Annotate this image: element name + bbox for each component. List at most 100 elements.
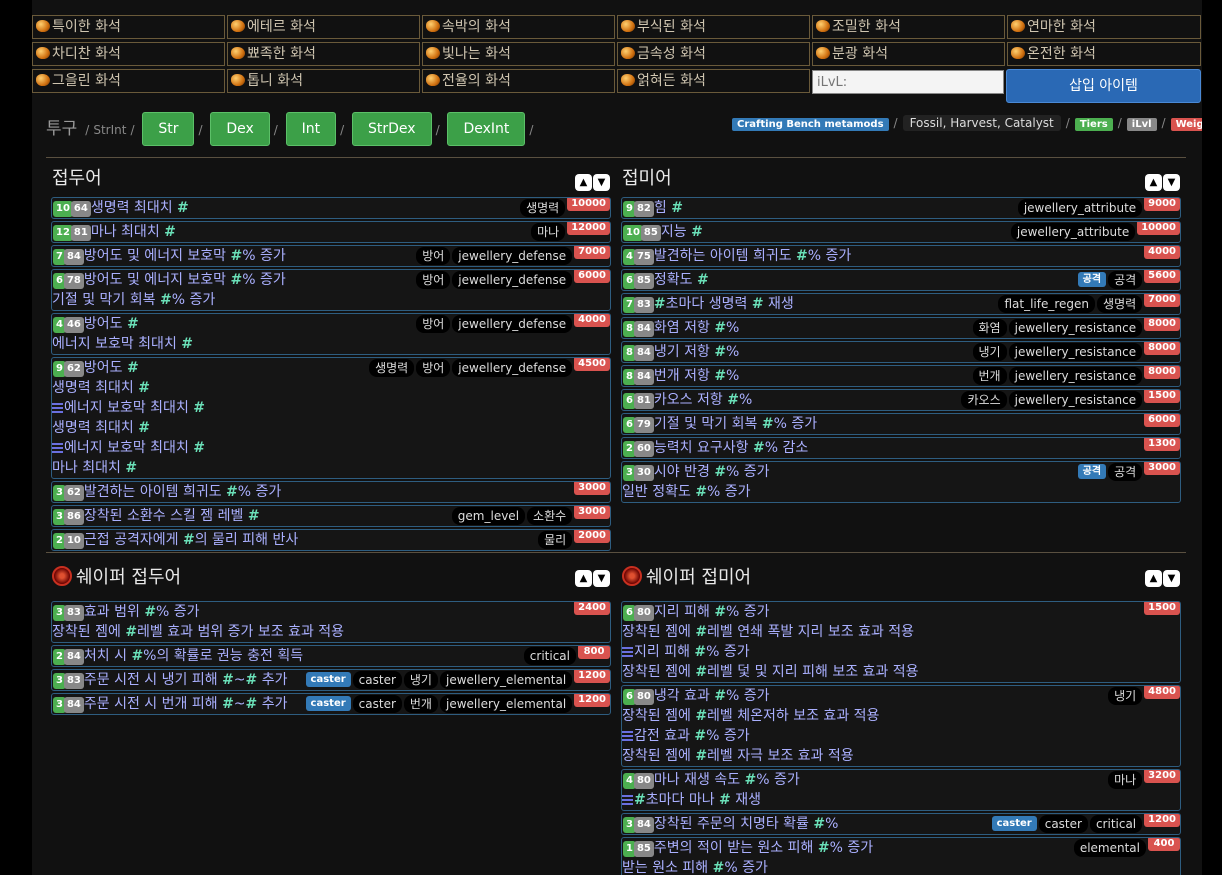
mod-entry[interactable]: 4 75 발견하는 아이템 희귀도 #% 증가 4000	[621, 245, 1181, 267]
mod-entry[interactable]: 7 83 #초마다 생명력 # 재생 flat_life_regen 생명력 7000	[621, 293, 1181, 315]
collapse-up-icon[interactable]: ▲	[1145, 174, 1162, 191]
mod-entry[interactable]: 4 46 방어도 # 방어 jewellery_defense 4000 에너지 보호막 최…	[51, 313, 611, 355]
expand-down-icon[interactable]: ▼	[1163, 174, 1180, 191]
ilvl-badge: 64	[70, 201, 91, 217]
mod-line: 3 83 주문 시전 시 냉기 피해 #~# 추가 caster caster 냉기 jew…	[52, 670, 610, 690]
mod-entry[interactable]: 1 85 주변의 적이 받는 원소 피해 #% 증가 elemental 400 받는 원…	[621, 837, 1181, 875]
mod-line: 지리 피해 #% 증가	[622, 642, 1180, 662]
fossil-button[interactable]: 연마한 화석	[1007, 15, 1201, 39]
fossil-button[interactable]: 속박의 화석	[422, 15, 615, 39]
mod-entry[interactable]: 6 81 카오스 저항 #% 카오스 jewellery_resistance 1500	[621, 389, 1181, 411]
fossil-button[interactable]: 빛나는 화석	[422, 42, 615, 66]
mod-tag: 생명력	[520, 199, 566, 217]
prefix-heading: 접두어	[52, 168, 102, 189]
mod-entry[interactable]: 3 30 시야 반경 #% 증가 공격 공격 3000 일반 정확도 #% 증가	[621, 461, 1181, 503]
fossil-button[interactable]: 온전한 화석	[1007, 42, 1201, 66]
mod-entry[interactable]: 3 62 발견하는 아이템 희귀도 #% 증가 3000	[51, 481, 611, 503]
filter-str-button[interactable]: Str	[142, 112, 195, 146]
mod-line: 2 60 능력치 요구사항 #% 감소 1300	[622, 438, 1180, 458]
expand-down-icon[interactable]: ▼	[593, 174, 610, 191]
mod-entry[interactable]: 10 85 지능 # jewellery_attribute 10000	[621, 221, 1181, 243]
legend-weights-badge[interactable]: Weights	[1170, 118, 1202, 131]
mod-entry[interactable]: 6 80 냉각 효과 #% 증가 냉기 4800 장착된 젬에 #레벨 체온저하 보조 효…	[621, 685, 1181, 767]
legend-fossil-badge[interactable]: Fossil, Harvest, Catalyst	[902, 115, 1061, 131]
fossil-button[interactable]: 뾰족한 화석	[227, 42, 420, 66]
collapse-up-icon[interactable]: ▲	[1145, 570, 1162, 587]
fossil-button[interactable]: 부식된 화석	[617, 15, 810, 39]
prefix-sort-arrows: ▲ ▼	[574, 170, 614, 191]
fossil-button[interactable]: 분광 화석	[812, 42, 1005, 66]
filter-int-button[interactable]: Int	[285, 112, 337, 146]
strint-option[interactable]: StrInt	[93, 123, 126, 137]
fossil-button[interactable]: 톱니 화석	[227, 69, 420, 93]
mod-entry[interactable]: 4 80 마나 재생 속도 #% 증가 마나 3200 #초마다 마나 # 재생	[621, 769, 1181, 811]
mod-entry[interactable]: 7 84 방어도 및 에너지 보호막 #% 증가 방어 jewellery_defens…	[51, 245, 611, 267]
fossil-label: 톱니 화석	[247, 73, 303, 89]
ilvl-input[interactable]	[812, 70, 1004, 94]
fossil-button[interactable]: 얽혀든 화석	[617, 69, 810, 93]
filter-dex-button[interactable]: Dex	[210, 112, 270, 146]
legend-tiers-badge[interactable]: Tiers	[1074, 118, 1113, 131]
mod-entry[interactable]: 9 82 힘 # jewellery_attribute 9000	[621, 197, 1181, 219]
mod-entry[interactable]: 3 86 장착된 소환수 스킬 젬 레벨 # gem_level 소환수 3000	[51, 505, 611, 527]
fossil-icon	[36, 74, 50, 86]
mod-tags: 방어 jewellery_defense 7000	[416, 246, 610, 265]
expand-down-icon[interactable]: ▼	[593, 570, 610, 587]
ilvl-badge: 78	[63, 273, 84, 289]
mod-entry[interactable]: 2 84 처치 시 #%의 확률로 권능 충전 획득 critical 800	[51, 645, 611, 667]
mod-tag: 방어	[416, 315, 451, 333]
mod-entry[interactable]: 8 84 화염 저항 #% 화염 jewellery_resistance 8000	[621, 317, 1181, 339]
weight-badge: 6000	[1144, 414, 1180, 427]
fossil-icon	[816, 20, 830, 32]
fossil-button[interactable]: 전율의 화석	[422, 69, 615, 93]
mod-entry[interactable]: 2 60 능력치 요구사항 #% 감소 1300	[621, 437, 1181, 459]
weight-badge: 1300	[1144, 438, 1180, 451]
mod-tag: 방어	[416, 247, 451, 265]
mod-entry[interactable]: 6 78 방어도 및 에너지 보호막 #% 증가 방어 jewellery_defens…	[51, 269, 611, 311]
fossil-button[interactable]: 차디찬 화석	[32, 42, 225, 66]
filter-strdex-button[interactable]: StrDex	[352, 112, 432, 146]
mod-tag: 생명력	[1097, 295, 1143, 313]
mod-entry[interactable]: 12 81 마나 최대치 # 마나 12000	[51, 221, 611, 243]
fossil-label: 그을린 화석	[52, 73, 121, 89]
filter-dexint-button[interactable]: DexInt	[447, 112, 526, 146]
mod-entry[interactable]: 6 85 정확도 # 공격 공격 5600	[621, 269, 1181, 291]
mod-entry[interactable]: 3 84 장착된 주문의 치명타 확률 #% caster caster critical…	[621, 813, 1181, 835]
weight-badge: 7000	[574, 246, 610, 259]
mod-tags: 2400	[574, 602, 610, 621]
ilvl-badge: 83	[63, 605, 84, 621]
mod-entry[interactable]: 8 84 번개 저항 #% 번개 jewellery_resistance 8000	[621, 365, 1181, 387]
mod-tag: 물리	[538, 531, 573, 549]
fossil-icon	[426, 74, 440, 86]
fossil-icon	[1011, 20, 1025, 32]
mod-entry[interactable]: 8 84 냉기 저항 #% 냉기 jewellery_resistance 8000	[621, 341, 1181, 363]
mod-entry[interactable]: 3 84 주문 시전 시 번개 피해 #~# 추가 caster caster 번개 jew…	[51, 693, 611, 715]
mod-text: 정확도 #	[653, 272, 709, 288]
divider	[46, 552, 1186, 553]
insert-item-button[interactable]: 삽입 아이템	[1006, 69, 1201, 103]
fossil-button[interactable]: 조밀한 화석	[812, 15, 1005, 39]
mod-entry[interactable]: 3 83 주문 시전 시 냉기 피해 #~# 추가 caster caster 냉기 jew…	[51, 669, 611, 691]
collapse-up-icon[interactable]: ▲	[575, 570, 592, 587]
collapse-up-icon[interactable]: ▲	[575, 174, 592, 191]
mod-entry[interactable]: 10 64 생명력 최대치 # 생명력 10000	[51, 197, 611, 219]
mod-line: 10 64 생명력 최대치 # 생명력 10000	[52, 198, 610, 218]
suffix-sort-arrows: ▲ ▼	[1144, 170, 1184, 191]
fossil-button[interactable]: 에테르 화석	[227, 15, 420, 39]
mod-entry[interactable]: 2 10 근접 공격자에게 #의 물리 피해 반사 물리 2000	[51, 529, 611, 551]
mod-tags: 냉기 4800	[1108, 686, 1180, 705]
fossil-button[interactable]: 특이한 화석	[32, 15, 225, 39]
mod-entry[interactable]: 6 79 기절 및 막기 회복 #% 증가 6000	[621, 413, 1181, 435]
mod-text: 생명력 최대치 #	[52, 420, 150, 436]
mod-tags: caster caster 냉기 jewellery_elemental 1200	[305, 670, 610, 689]
expand-down-icon[interactable]: ▼	[1163, 570, 1180, 587]
legend-ilvl-badge[interactable]: iLvl	[1126, 118, 1157, 131]
mod-entry[interactable]: 3 83 효과 범위 #% 증가 2400 장착된 젬에 #레벨 효과 범위 증가 보조…	[51, 601, 611, 643]
fossil-button[interactable]: 그을린 화석	[32, 69, 225, 93]
legend-bench-badge[interactable]: Crafting Bench metamods	[732, 118, 889, 131]
mod-text: 시야 반경 #% 증가	[653, 464, 770, 480]
mod-text: 마나 최대치 #	[52, 460, 138, 476]
mod-entry[interactable]: 9 62 방어도 # 생명력 방어 jewellery_defense 4500 생명력 최대…	[51, 357, 611, 479]
fossil-button[interactable]: 금속성 화석	[617, 42, 810, 66]
mod-entry[interactable]: 6 80 지리 피해 #% 증가 1500 장착된 젬에 #레벨 연쇄 폭발 지리 보조…	[621, 601, 1181, 683]
